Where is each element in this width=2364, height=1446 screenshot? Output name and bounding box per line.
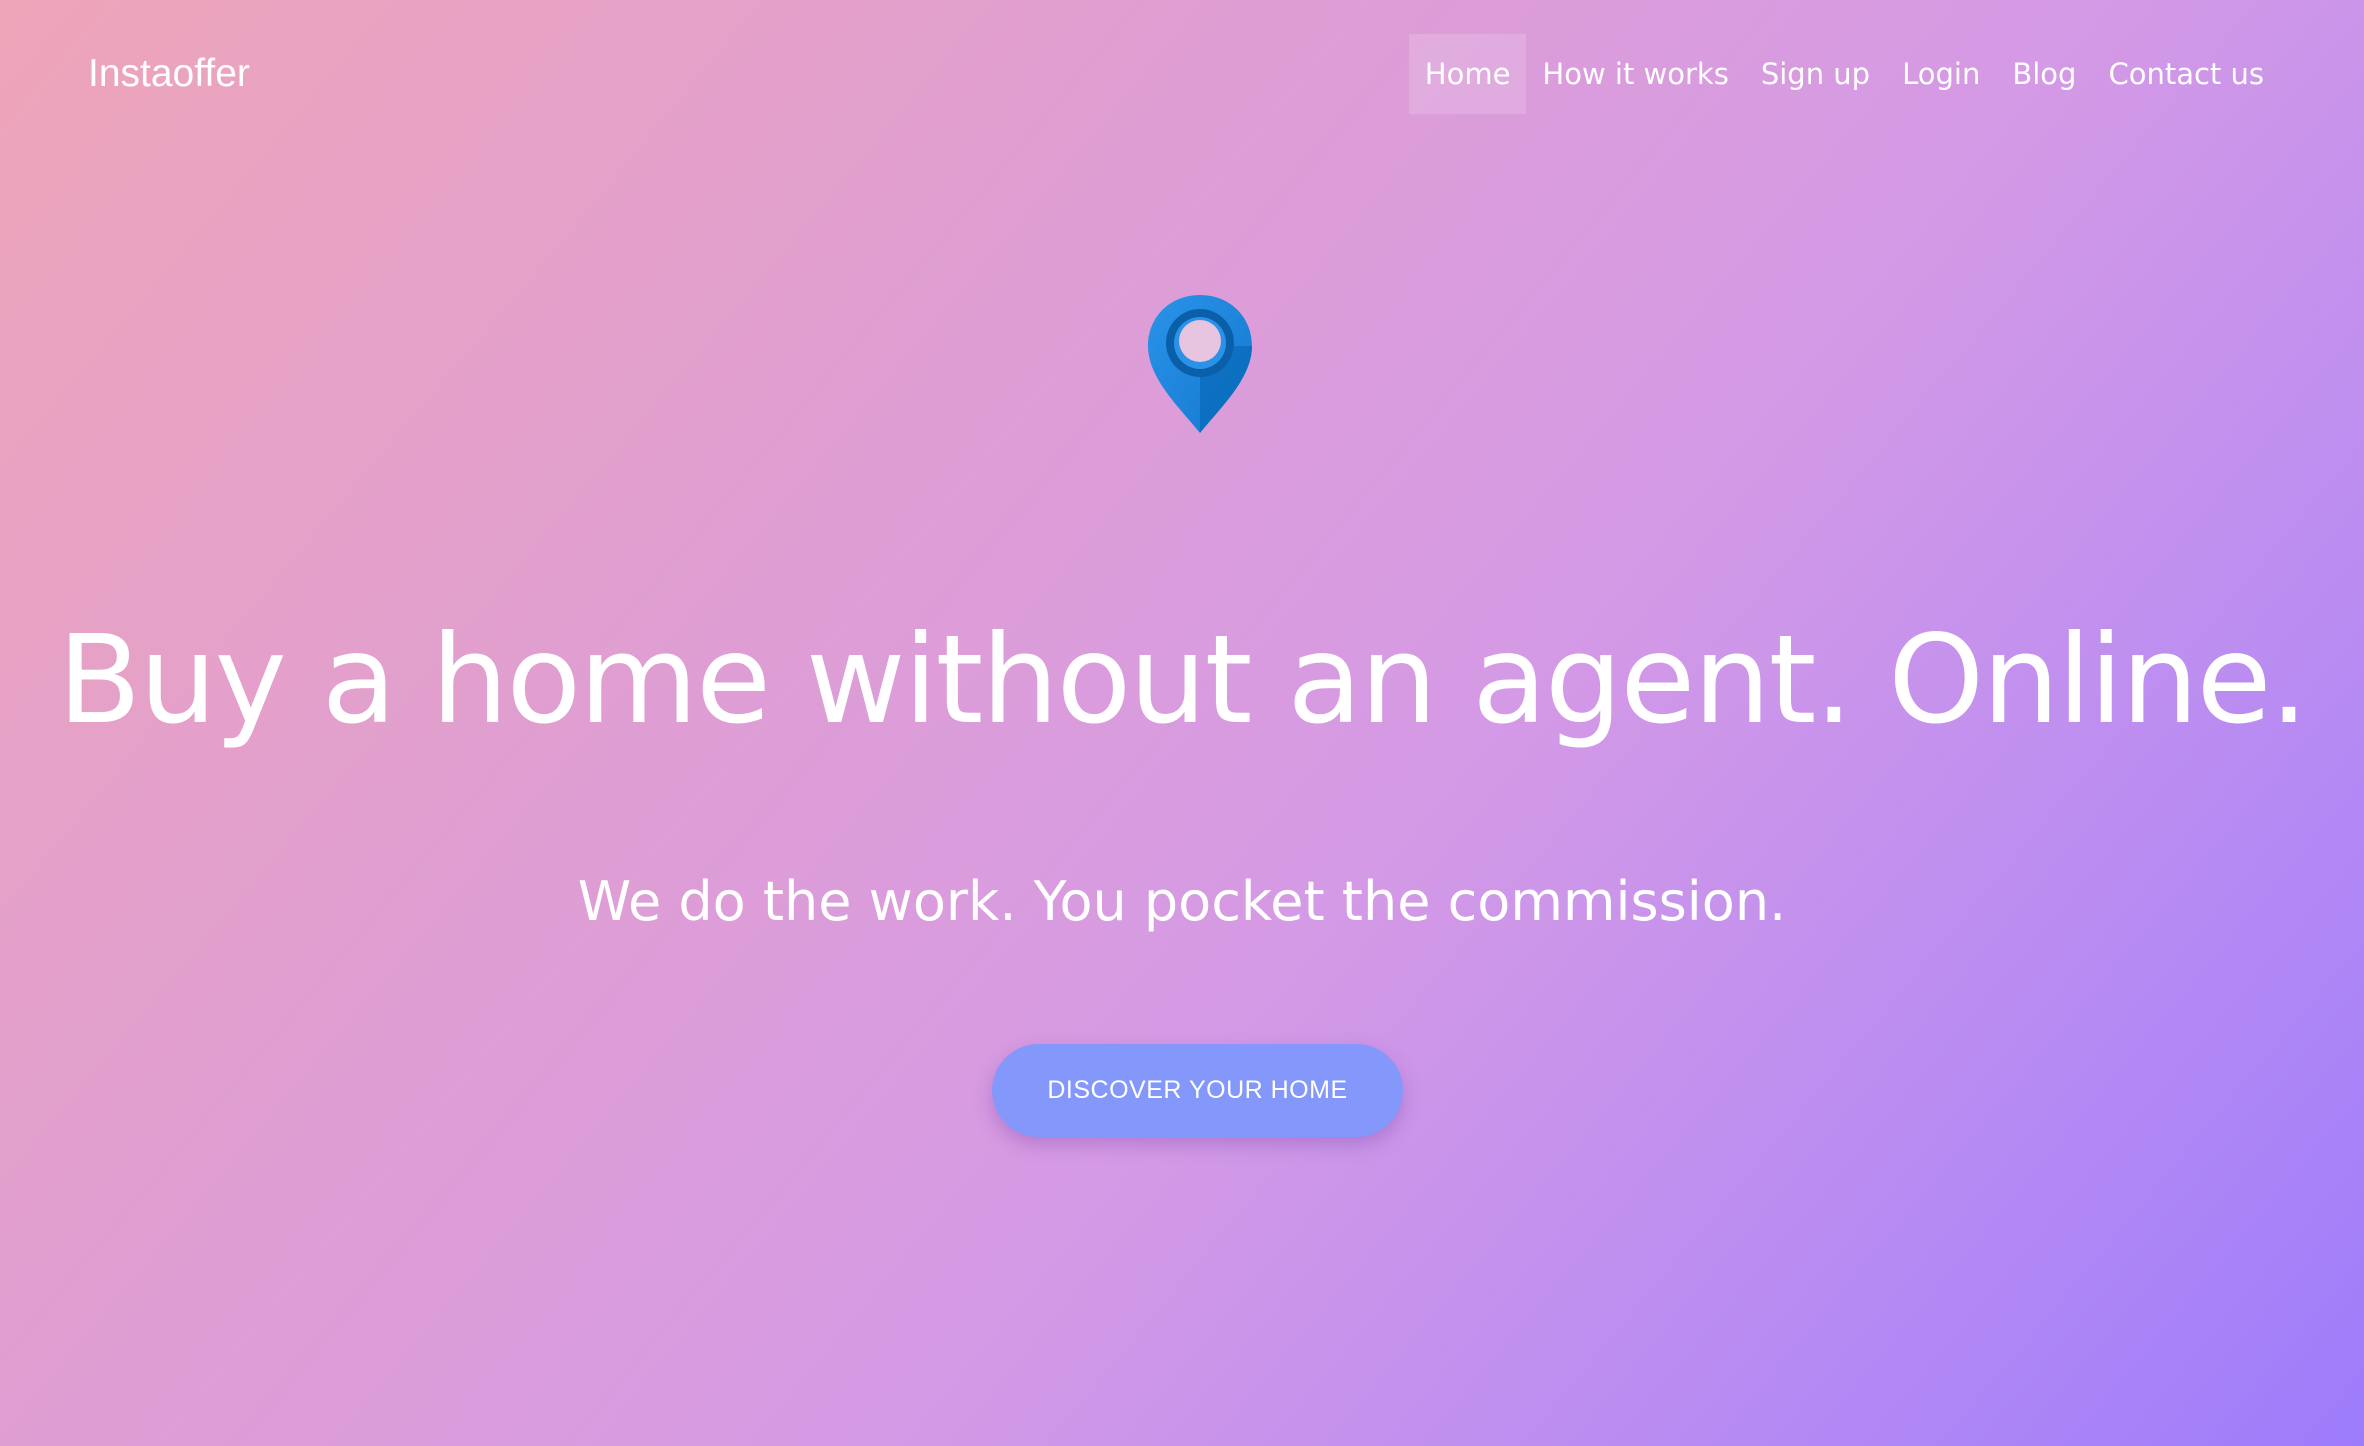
hero-subheadline: We do the work. You pocket the commissio… xyxy=(577,870,1787,933)
nav-item-sign-up[interactable]: Sign up xyxy=(1745,34,1886,114)
nav-item-login[interactable]: Login xyxy=(1886,34,1996,114)
nav-menu: Home How it works Sign up Login Blog Con… xyxy=(1408,34,2280,114)
nav-item-contact-us[interactable]: Contact us xyxy=(2092,34,2280,114)
nav-item-home[interactable]: Home xyxy=(1408,34,1527,114)
nav-item-blog[interactable]: Blog xyxy=(1996,34,2092,114)
landing-page: Instaoffer Home How it works Sign up Log… xyxy=(0,0,2364,1446)
nav-item-how-it-works[interactable]: How it works xyxy=(1526,34,1744,114)
hero-headline: Buy a home without an agent. Online. xyxy=(57,609,2309,751)
navbar: Instaoffer Home How it works Sign up Log… xyxy=(0,0,2364,150)
map-pin-icon xyxy=(1148,295,1252,433)
brand-logo[interactable]: Instaoffer xyxy=(88,46,250,102)
discover-your-home-button[interactable]: DISCOVER YOUR HOME xyxy=(992,1044,1403,1137)
